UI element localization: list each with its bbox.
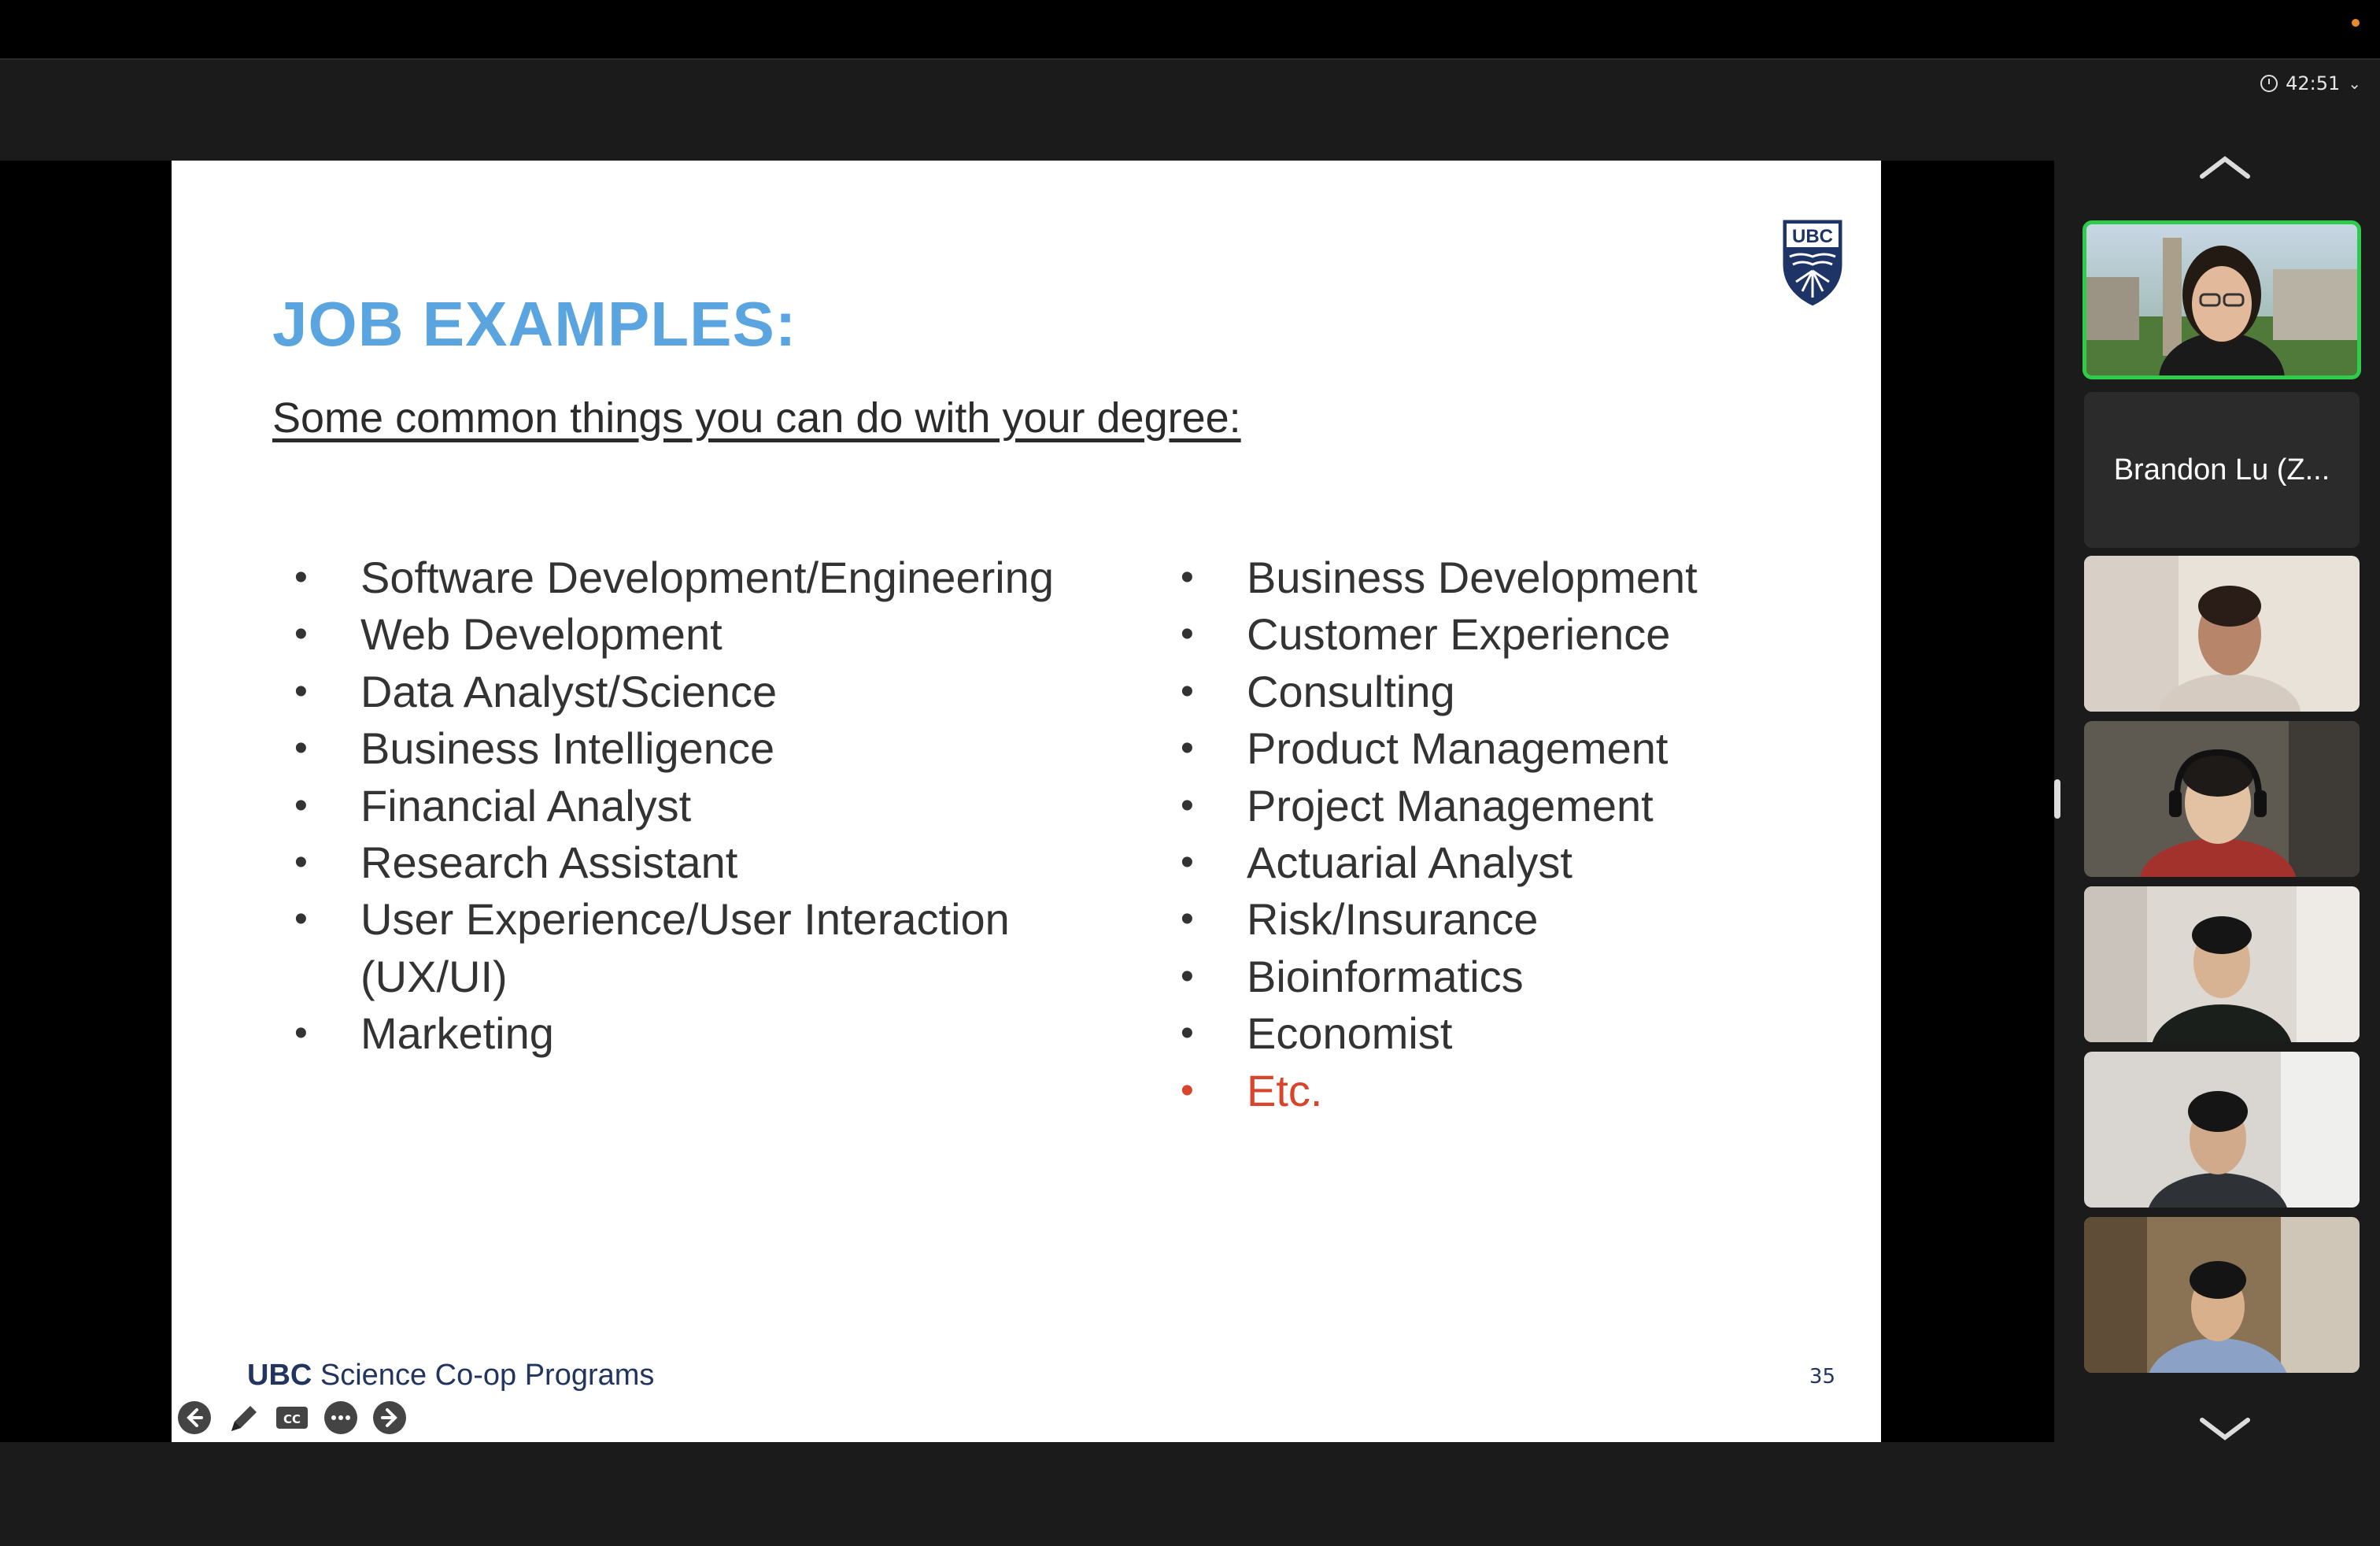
- slide-subtitle: Some common things you can do with your …: [272, 394, 1241, 442]
- list-item: Software Development/Engineering: [279, 549, 1066, 607]
- participant-tile[interactable]: [2084, 721, 2360, 877]
- participant-tile-name[interactable]: Brandon Lu (Z...: [2084, 392, 2360, 548]
- list-item: Product Management: [1165, 720, 1826, 778]
- meeting-timer[interactable]: 42:51 ⌄: [2260, 72, 2361, 94]
- list-item: User Experience/User Interaction: [279, 891, 1066, 949]
- list-item: Bioinformatics: [1165, 949, 1826, 1006]
- list-item: Data Analyst/Science: [279, 664, 1066, 721]
- arrow-left-icon[interactable]: [176, 1400, 213, 1436]
- chevron-down-icon[interactable]: [2197, 1414, 2252, 1442]
- bottom-bar: [0, 1442, 2380, 1546]
- list-item: Research Assistant: [279, 834, 1066, 892]
- list-item: Consulting: [1165, 664, 1826, 721]
- list-item: Project Management: [1165, 778, 1826, 835]
- chevron-down-icon[interactable]: ⌄: [2348, 74, 2361, 93]
- timer-text: 42:51: [2286, 72, 2341, 94]
- participant-gallery: Brandon Lu (Z...: [2060, 140, 2380, 1442]
- job-list-left: Software Development/Engineering Web Dev…: [279, 549, 1066, 1063]
- participant-tile[interactable]: [2084, 886, 2360, 1042]
- list-item: Business Development: [1165, 549, 1826, 607]
- list-item: Web Development: [279, 606, 1066, 664]
- chevron-up-icon[interactable]: [2197, 153, 2252, 181]
- recording-indicator: [2352, 19, 2360, 27]
- slide-footer: UBC Science Co-op Programs: [247, 1359, 654, 1393]
- list-item: Financial Analyst: [279, 778, 1066, 835]
- svg-text:CC: CC: [283, 1412, 301, 1426]
- list-item-etc: Etc.: [1165, 1063, 1826, 1120]
- slide-title: JOB EXAMPLES:: [272, 289, 797, 359]
- participant-tile[interactable]: [2084, 1052, 2360, 1208]
- list-item: Marketing: [279, 1005, 1066, 1063]
- ubc-logo: UBC: [1779, 216, 1846, 309]
- participant-tile-active-speaker[interactable]: [2082, 220, 2361, 379]
- panel-resize-handle[interactable]: [2054, 779, 2060, 819]
- list-item: Business Intelligence: [279, 720, 1066, 778]
- logo-text: UBC: [1792, 226, 1833, 247]
- arrow-right-icon[interactable]: [371, 1400, 408, 1436]
- more-icon[interactable]: [323, 1400, 359, 1436]
- participant-tile[interactable]: [2084, 556, 2360, 712]
- list-item-continuation: (UX/UI): [360, 951, 508, 1001]
- job-list-right: Business Development Customer Experience…: [1165, 549, 1826, 1119]
- footer-text: Science Co-op Programs: [312, 1359, 655, 1392]
- presentation-slide: JOB EXAMPLES: Some common things you can…: [172, 161, 1881, 1442]
- slide-page-number: 35: [1809, 1365, 1835, 1389]
- list-item: Economist: [1165, 1005, 1826, 1063]
- cc-icon[interactable]: CC: [274, 1400, 310, 1436]
- participant-tile[interactable]: [2084, 1217, 2360, 1373]
- clock-icon: [2260, 75, 2278, 92]
- slide-controls: CC: [172, 1400, 408, 1436]
- pen-icon[interactable]: [225, 1400, 261, 1436]
- list-item: Customer Experience: [1165, 606, 1826, 664]
- footer-bold: UBC: [247, 1359, 312, 1392]
- participant-name: Brandon Lu (Z...: [2113, 453, 2330, 486]
- list-item: Actuarial Analyst: [1165, 834, 1826, 892]
- top-bar: [0, 0, 2380, 60]
- list-item: Risk/Insurance: [1165, 891, 1826, 949]
